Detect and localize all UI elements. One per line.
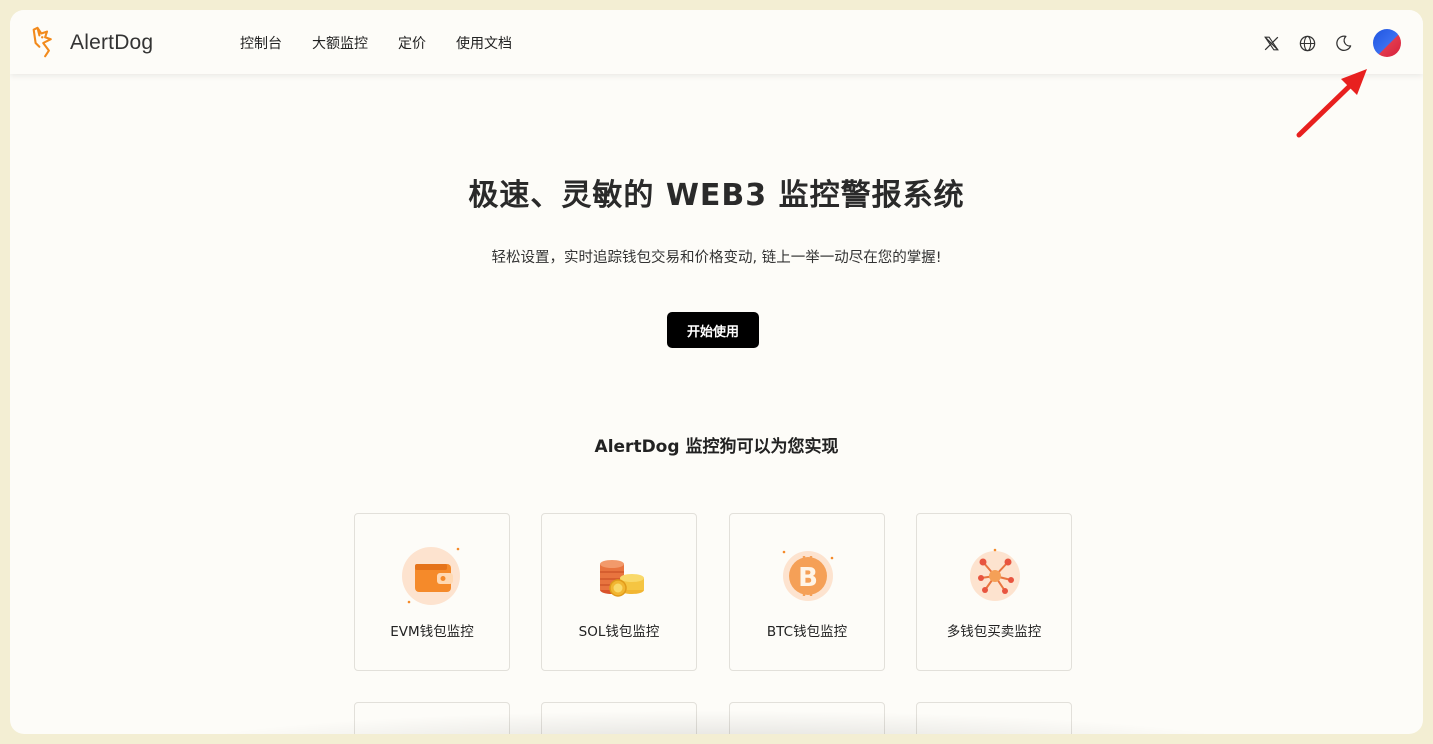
user-avatar[interactable] <box>1373 29 1401 57</box>
header-actions <box>1261 29 1401 57</box>
feature-card-btc[interactable]: B BTC钱包监控 <box>729 513 885 671</box>
annotation-arrow-icon <box>1296 69 1367 138</box>
nav-item-pricing[interactable]: 定价 <box>398 33 426 53</box>
hero-title: 极速、灵敏的 WEB3 监控警报系统 <box>468 178 965 213</box>
features-title: AlertDog 监控狗可以为您实现 <box>594 437 839 457</box>
feature-card-sol[interactable]: SOL钱包监控 <box>541 513 697 671</box>
feature-card[interactable] <box>916 702 1072 734</box>
globe-icon[interactable] <box>1297 33 1317 53</box>
nav-item-dashboard[interactable]: 控制台 <box>240 33 282 53</box>
feature-card-multi-wallet[interactable]: 多钱包买卖监控 <box>916 513 1072 671</box>
top-navigation-bar: AlertDog 控制台 大额监控 定价 使用文档 <box>10 10 1423 74</box>
brand-name: AlertDog <box>70 31 154 54</box>
get-started-button[interactable]: 开始使用 <box>667 312 759 348</box>
hero-subtitle: 轻松设置，实时追踪钱包交易和价格变动, 链上一举一动尽在您的掌握! <box>491 250 942 266</box>
feature-card[interactable] <box>354 702 510 734</box>
network-icon <box>970 548 1020 601</box>
feature-label: EVM钱包监控 <box>390 624 474 640</box>
main-nav: 控制台 大额监控 定价 使用文档 <box>240 33 512 53</box>
feature-label: 多钱包买卖监控 <box>946 624 1042 640</box>
feature-label: SOL钱包监控 <box>578 624 660 640</box>
nav-item-large-monitor[interactable]: 大额监控 <box>312 33 368 53</box>
svg-text:B: B <box>798 563 818 593</box>
app-window: AlertDog 控制台 大额监控 定价 使用文档 极速、灵敏的 WEB3 监控… <box>10 10 1423 734</box>
bottom-shadow <box>160 710 1270 734</box>
x-icon[interactable] <box>1261 33 1281 53</box>
feature-card[interactable] <box>729 702 885 734</box>
feature-card-evm[interactable]: EVM钱包监控 <box>354 513 510 671</box>
coins-icon <box>600 560 644 597</box>
nav-item-docs[interactable]: 使用文档 <box>456 33 512 53</box>
brand-logo[interactable]: AlertDog <box>28 24 168 62</box>
bitcoin-icon: B <box>782 550 834 601</box>
feature-card[interactable] <box>541 702 697 734</box>
wallet-icon <box>402 547 460 605</box>
feature-label: BTC钱包监控 <box>766 624 848 640</box>
moon-icon[interactable] <box>1333 33 1353 53</box>
dog-logo-icon <box>32 26 52 58</box>
